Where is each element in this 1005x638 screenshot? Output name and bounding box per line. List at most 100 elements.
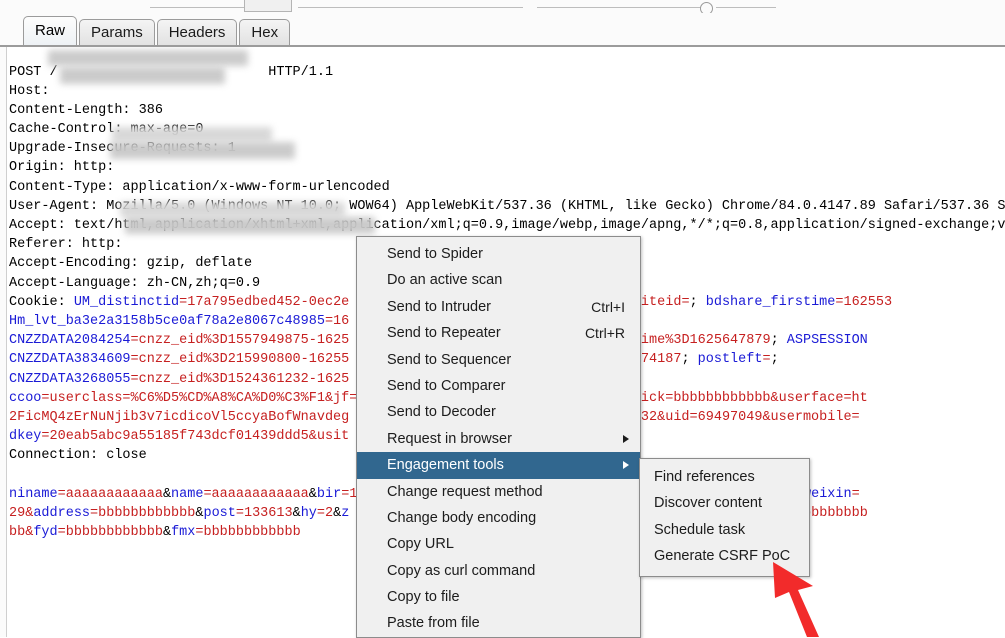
request-line: Host: — [9, 82, 1005, 101]
request-token: ASPSESSION — [786, 333, 868, 349]
menu-item-copy-to-file[interactable]: Copy to file — [357, 584, 640, 610]
request-token: & — [162, 525, 172, 540]
request-token: POST / — [9, 64, 58, 80]
menu-item-label: Send to Sequencer — [387, 351, 512, 368]
request-token: CNZZDATA2084254 — [9, 333, 131, 349]
request-token: Referer: http: — [9, 237, 123, 253]
request-token: =162553 — [835, 294, 893, 310]
menu-item-label: Do an active scan — [387, 272, 503, 289]
context-menu-items: Send to Spider Do an active scan Send to I… — [357, 241, 640, 637]
request-token: =bbbbbbbbbbbb — [195, 525, 301, 540]
request-token: ; — [770, 352, 779, 368]
context-menu[interactable]: Send to Spider Do an active scan Send to I… — [356, 236, 641, 638]
tab-hex[interactable]: Hex — [239, 19, 291, 45]
redaction-blur — [110, 142, 295, 159]
request-token: CNZZDATA3268055 — [9, 371, 131, 387]
redaction-blur — [120, 202, 345, 217]
request-token: ; — [681, 352, 698, 368]
request-token: Accept-Encoding: gzip, deflate — [9, 256, 253, 272]
request-token: & — [308, 486, 317, 502]
request-token: niname — [9, 486, 58, 502]
chrome-slider-track[interactable] — [537, 7, 707, 8]
request-token: hy — [300, 505, 317, 521]
menu-item-send-to-repeater[interactable]: Send to Repeater Ctrl+R — [357, 320, 640, 346]
request-token: address — [33, 505, 91, 521]
menu-item-label: Send to Intruder — [387, 298, 491, 315]
request-token: bb& — [9, 525, 34, 540]
request-token: =cnzz_eid%3D215990800-16255 — [130, 352, 350, 368]
request-token: bir — [316, 486, 342, 502]
menu-item-send-to-intruder[interactable]: Send to Intruder Ctrl+I — [357, 294, 640, 320]
submenu-item-discover-content[interactable]: Discover content — [640, 490, 809, 516]
menu-item-label: Paste from file — [387, 615, 480, 632]
submenu-item-generate-csrf-poc[interactable]: Generate CSRF PoC — [640, 543, 809, 569]
request-token: =bbbbbbbbbbbb — [57, 525, 163, 540]
request-token: =17a795edbed452-0ec2e — [179, 294, 350, 310]
request-token: =aaaaaaaaaaaa — [203, 486, 309, 502]
menu-item-send-to-comparer[interactable]: Send to Comparer — [357, 373, 640, 399]
request-token: & — [162, 486, 172, 502]
submenu-item-label: Generate CSRF PoC — [654, 548, 791, 565]
request-token: Hm_lvt_ba3e2a3158b5ce0af78a2e8067c48985 — [9, 313, 325, 329]
menu-item-change-body-encoding[interactable]: Change body encoding — [357, 505, 640, 531]
request-token: ; — [770, 333, 787, 349]
chrome-slider-knob[interactable] — [700, 2, 713, 13]
request-token: UM_distinctid — [73, 294, 180, 310]
editor-tab-bar: Raw Params Headers Hex — [0, 13, 1005, 46]
request-token: =userclass=%C6%D5%CD%A8%CA%D0%C3%F1&jf= — [41, 390, 358, 406]
request-token: post — [203, 505, 236, 521]
menu-item-copy-url[interactable]: Copy URL — [357, 531, 640, 557]
menu-item-label: Engagement tools — [387, 457, 504, 474]
menu-item-label: Change request method — [387, 483, 543, 500]
tab-headers[interactable]: Headers — [156, 19, 238, 45]
menu-item-label: Send to Comparer — [387, 377, 506, 394]
submenu-item-schedule-task[interactable]: Schedule task — [640, 517, 809, 543]
request-token: bdshare_firstime — [705, 294, 836, 310]
submenu-item-label: Discover content — [654, 495, 762, 512]
chrome-tab-stub[interactable] — [244, 0, 292, 12]
request-token: 2FicMQ4zErNuNjib3v7icdicoVl5ccyaBofWnavd… — [9, 409, 350, 425]
engagement-tools-submenu[interactable]: Find references Discover content Schedule … — [639, 458, 810, 577]
menu-item-label: Change body encoding — [387, 509, 537, 526]
request-token: = — [762, 352, 771, 368]
editor-tabs: Raw Params Headers Hex — [23, 16, 292, 45]
chrome-divider — [716, 7, 776, 8]
request-token: Connection: close — [9, 448, 147, 464]
tab-params[interactable]: Params — [79, 19, 155, 45]
request-token: =2 — [316, 505, 334, 521]
request-token: Host: — [9, 83, 58, 99]
request-token: fyd — [33, 525, 58, 540]
request-line: Origin: http: — [9, 158, 1005, 177]
menu-item-copy-as-curl-command[interactable]: Copy as curl command — [357, 558, 640, 584]
chrome-divider — [298, 7, 523, 8]
menu-item-label: Copy as curl command — [387, 562, 536, 579]
request-token: name — [171, 486, 204, 502]
request-token: =bbbbbbbbbbbb — [90, 505, 196, 521]
menu-item-label: Send to Decoder — [387, 404, 496, 421]
menu-item-send-to-decoder[interactable]: Send to Decoder — [357, 399, 640, 425]
submenu-item-find-references[interactable]: Find references — [640, 464, 809, 490]
menu-item-do-an-active-scan[interactable]: Do an active scan — [357, 267, 640, 293]
menu-item-send-to-sequencer[interactable]: Send to Sequencer — [357, 347, 640, 373]
request-token: Content-Length: 386 — [9, 102, 163, 118]
menu-item-label: Send to Spider — [387, 246, 483, 262]
redaction-blur — [112, 127, 272, 142]
request-token: Cookie: — [9, 294, 74, 310]
menu-item-request-in-browser[interactable]: Request in browser — [357, 426, 640, 452]
chevron-right-icon — [623, 434, 629, 443]
window-chrome-strip — [0, 0, 1005, 13]
menu-item-label: Send to Repeater — [387, 325, 501, 342]
menu-item-change-request-method[interactable]: Change request method — [357, 479, 640, 505]
tab-raw[interactable]: Raw — [23, 16, 78, 45]
request-token: ccoo — [9, 390, 42, 406]
menu-item-engagement-tools[interactable]: Engagement tools — [357, 452, 640, 479]
request-token: & — [292, 505, 301, 521]
menu-item-shortcut: Ctrl+I — [591, 298, 625, 315]
menu-item-paste-from-file[interactable]: Paste from file — [357, 610, 640, 636]
request-token: Content-Type: application/x-www-form-url… — [9, 179, 390, 195]
request-token: dkey — [9, 429, 42, 445]
submenu-item-label: Schedule task — [654, 521, 746, 538]
request-token: HTTP/1.1 — [268, 64, 334, 80]
request-token: Origin: http: — [9, 160, 115, 176]
menu-item-send-to-spider[interactable]: Send to Spider — [357, 241, 640, 267]
